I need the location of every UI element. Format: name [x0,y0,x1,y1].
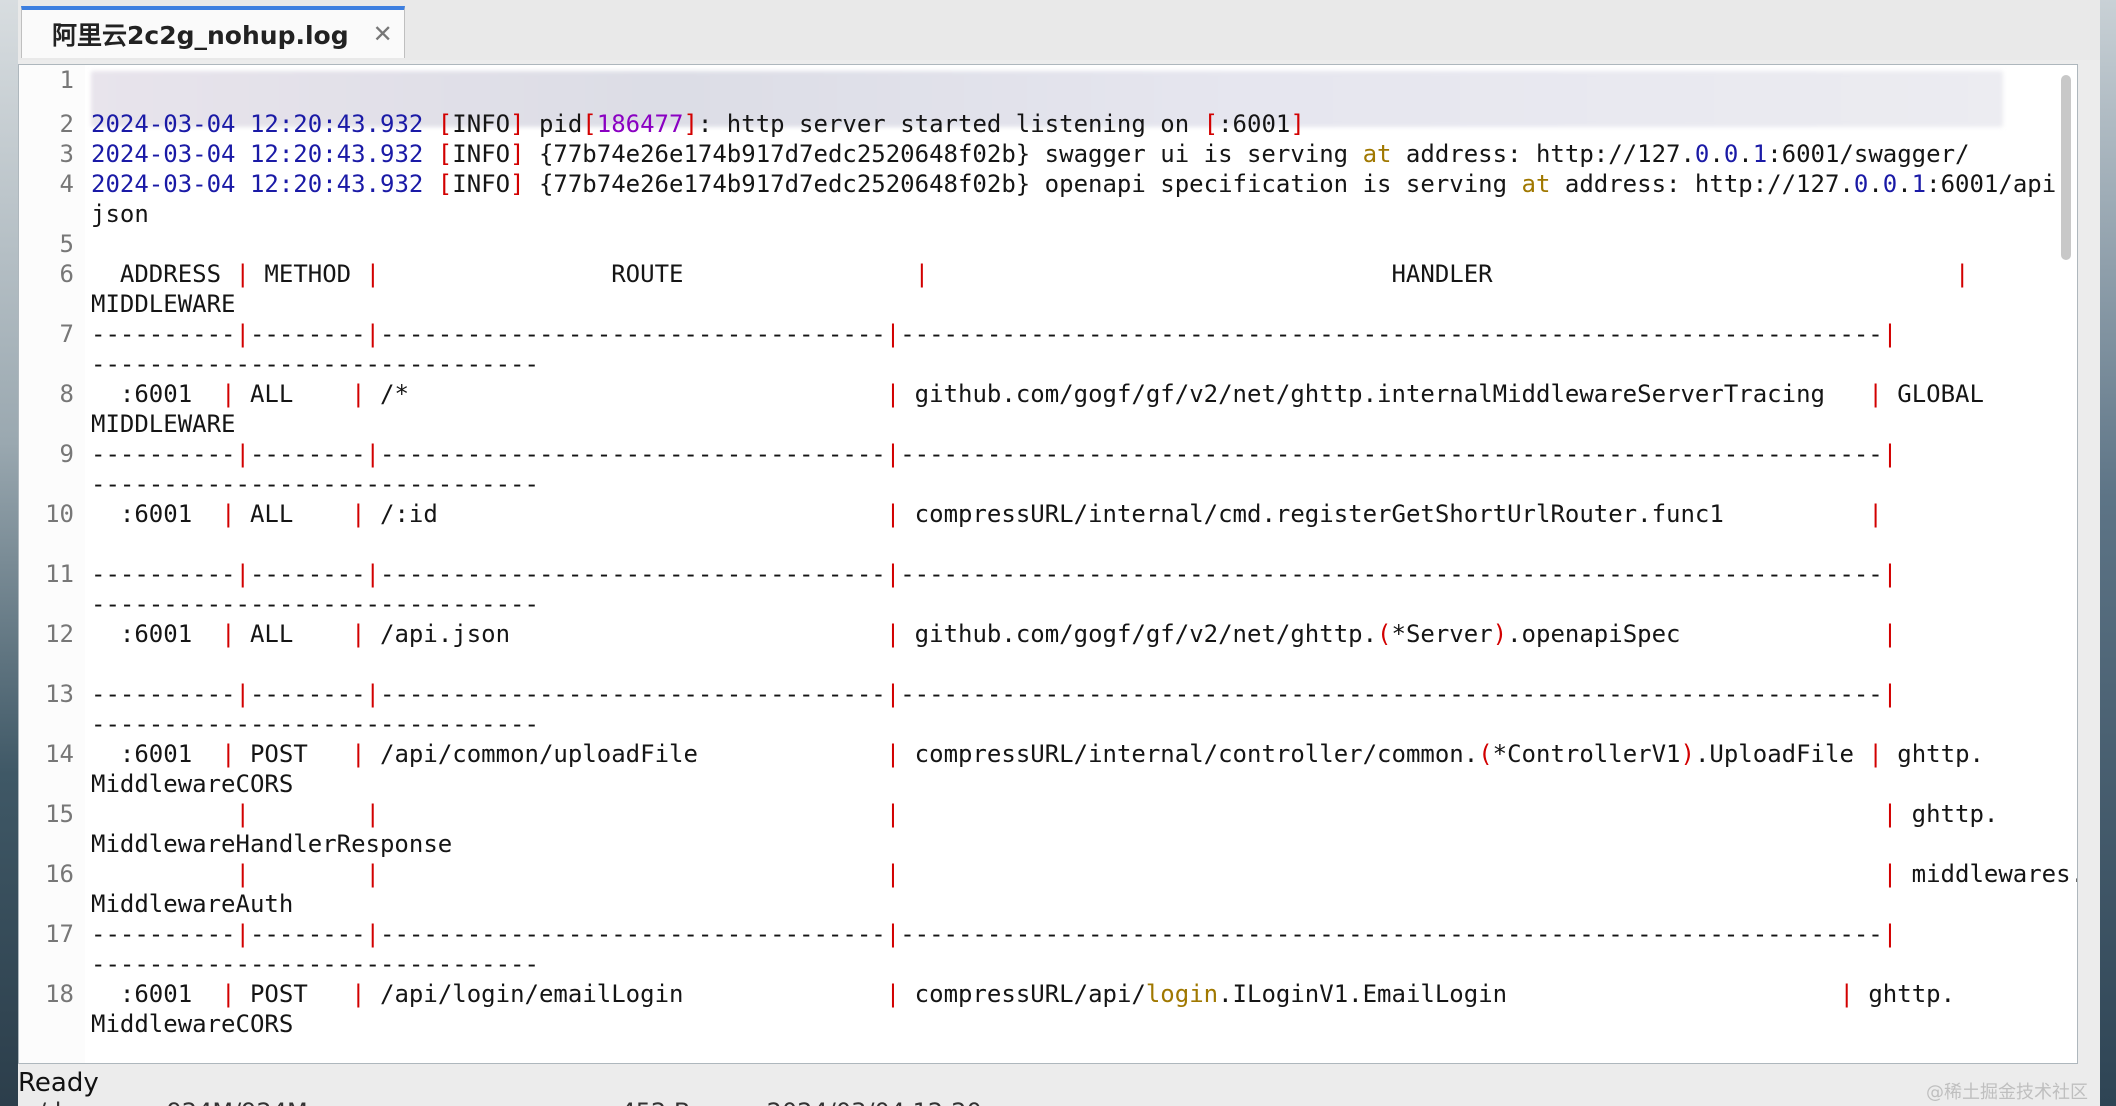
table-header-wrap: MIDDLEWARE [91,290,236,318]
table-separator: ----------|--------|--------------------… [91,560,1898,588]
line-number: 7 [59,320,74,348]
table-row-wrap: MiddlewareAuth [91,890,294,918]
log-line-wrap: json [91,200,149,228]
table-separator-wrap: ------------------------------- [91,350,539,378]
tab-title: 阿里云2c2g_nohup.log [52,21,349,50]
line-number: 14 [45,740,74,768]
table-separator-wrap: ------------------------------- [91,590,539,618]
line-number: 17 [45,920,74,948]
text-editor[interactable]: 1 2 3 4 5 6 7 8 9 10 11 12 13 14 15 16 1… [18,64,2078,1064]
table-separator: ----------|--------|--------------------… [91,440,1898,468]
line-number: 3 [59,140,74,168]
line-number: 11 [45,560,74,588]
watermark: @稀土掘金技术社区 [1926,1082,2088,1103]
table-row-wrap: MiddlewareHandlerResponse [91,830,453,858]
line-number: 16 [45,860,74,888]
table-separator: ----------|--------|--------------------… [91,920,1898,948]
status-bar: Ready /dev 924M/924M ... 452 B 2024/03/0… [18,1064,2100,1106]
table-separator: ----------|--------|--------------------… [91,680,1898,708]
line-number: 8 [59,380,74,408]
code-area[interactable]: 2024-03-04 12:20:43.932 [INFO] pid[18647… [91,65,2077,1063]
tab-bar: 阿里云2c2g_nohup.log ✕ [18,0,2100,60]
line-number: 13 [45,680,74,708]
line-number: 4 [59,170,74,198]
table-row-wrap: MIDDLEWARE [91,410,236,438]
vertical-scrollbar[interactable] [2059,69,2073,1061]
table-row-wrap: MiddlewareCORS [91,1010,294,1038]
table-row-wrap: MiddlewareCORS [91,770,294,798]
editor-window: 阿里云2c2g_nohup.log ✕ 1 2 3 4 5 6 7 8 9 10… [18,0,2100,1106]
table-row: :6001 | POST | /api/login/emailLogin | c… [119,980,1956,1008]
close-icon[interactable]: ✕ [373,20,393,48]
line-number: 12 [45,620,74,648]
line-number: 18 [45,980,74,1008]
log-line: 2024-03-04 12:20:43.932 [INFO] {77b74e26… [91,140,1970,168]
file-tab[interactable]: 阿里云2c2g_nohup.log ✕ [21,6,405,58]
log-line: 2024-03-04 12:20:43.932 [INFO] pid[18647… [91,110,1305,138]
line-number: 5 [59,230,74,258]
table-separator-wrap: ------------------------------- [91,710,539,738]
table-row: | | | | ghttp. [235,800,1999,828]
table-separator-wrap: ------------------------------- [91,470,539,498]
desktop-background-left [0,0,20,1106]
table-row: :6001 | ALL | /* | github.com/gogf/gf/v2… [119,380,1984,408]
line-number: 15 [45,800,74,828]
line-number: 2 [59,110,74,138]
table-separator-wrap: ------------------------------- [91,950,539,978]
line-number: 6 [59,260,74,288]
table-row: :6001 | ALL | /:id | compressURL/interna… [119,500,1883,528]
table-row: :6001 | ALL | /api.json | github.com/gog… [119,620,1898,648]
line-number: 9 [59,440,74,468]
line-number-gutter: 1 2 3 4 5 6 7 8 9 10 11 12 13 14 15 16 1… [19,65,85,1063]
table-header: ADDRESS | METHOD | ROUTE | HANDLER | [119,260,1970,288]
line-number: 1 [59,66,74,94]
scrollbar-thumb[interactable] [2061,75,2071,260]
background-window-row: /dev 924M/924M ... 452 B 2024/03/04 12:2… [38,1098,982,1106]
log-line: 2024-03-04 12:20:43.932 [INFO] {77b74e26… [91,170,2071,198]
table-row: :6001 | POST | /api/common/uploadFile | … [119,740,1984,768]
status-text: Ready [18,1068,99,1098]
table-separator: ----------|--------|--------------------… [91,320,1898,348]
table-row: | | | | middlewares. [235,860,2078,888]
line-number: 10 [45,500,74,528]
